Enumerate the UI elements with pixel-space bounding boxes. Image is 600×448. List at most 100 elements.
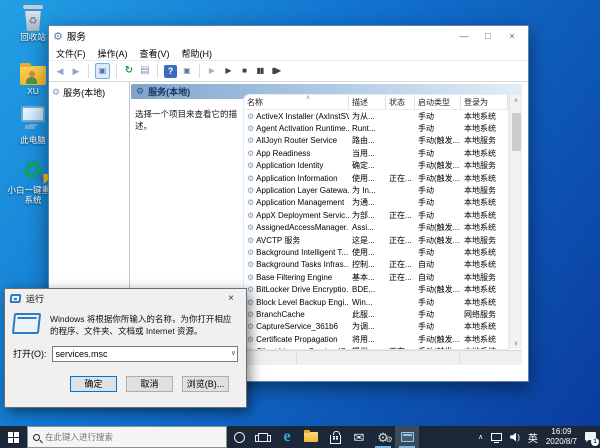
service-row[interactable]: Certificate Propagation 将用... 手动(触发... 本… (244, 333, 508, 345)
service-row[interactable]: Application Management 为通... 手动 本地系统 (244, 197, 508, 209)
menu-action[interactable]: 操作(A) (98, 47, 128, 60)
service-row[interactable]: AssignedAccessManager... Assi... 手动(触发..… (244, 222, 508, 234)
service-startup-type: 手动(触发... (418, 136, 460, 146)
cancel-button[interactable]: 取消 (126, 375, 173, 392)
service-startup-type: 手动(触发... (418, 235, 460, 245)
service-row[interactable]: Application Layer Gatewa... 为 In... 手动 本… (244, 184, 508, 196)
service-startup-type: 手动 (418, 210, 434, 220)
ok-button[interactable]: 确定 (70, 375, 117, 392)
start-button[interactable] (0, 426, 27, 448)
service-startup-type: 手动 (418, 309, 434, 319)
taskbar-search[interactable] (27, 426, 227, 448)
minimize-button[interactable]: — (452, 27, 476, 45)
cortana-button[interactable] (227, 426, 251, 448)
service-gear-icon (247, 186, 254, 195)
service-row[interactable]: Block Level Backup Engi... Win... 手动 本地系… (244, 296, 508, 308)
show-console-tree-icon[interactable]: ▣ (95, 63, 110, 79)
maximize-button[interactable]: □ (476, 27, 500, 45)
taskbar-clock[interactable]: 16:09 2020/8/7 (542, 426, 581, 448)
store-button[interactable] (323, 426, 347, 448)
service-row[interactable]: Base Filtering Engine 基本... 正在... 自动 本地服… (244, 271, 508, 283)
service-row[interactable]: Application Identity 确定... 手动(触发... 本地服务 (244, 160, 508, 172)
start-service-icon[interactable]: ▶ (206, 64, 218, 78)
service-row[interactable]: BranchCache 此服... 手动 网络服务 (244, 308, 508, 320)
services-list: 名称 ∧ 描述 状态 启动类型 登录为 ActiveX Installer (A… (244, 95, 508, 349)
show-hide-pane-icon[interactable]: ▣ (181, 64, 193, 78)
combo-dropdown-icon[interactable]: ∨ (231, 349, 236, 357)
export-list-icon[interactable]: ▤ (139, 64, 151, 78)
clock-date: 2020/8/7 (545, 437, 577, 446)
volume-tray-button[interactable]: ) (506, 426, 524, 448)
browse-button[interactable]: 浏览(B)... (182, 375, 229, 392)
mail-icon: ✉ (353, 429, 365, 445)
service-description: 为调... (352, 322, 375, 332)
service-row[interactable]: Background Intelligent T... 使用... 手动 本地系… (244, 246, 508, 258)
pause-service-icon[interactable]: ▮▮ (254, 64, 266, 78)
service-row[interactable]: CaptureService_361b6 为调... 手动 本地系统 (244, 321, 508, 333)
column-header-logon-as[interactable]: 登录为 (461, 95, 508, 109)
menu-help[interactable]: 帮助(H) (182, 47, 213, 60)
service-description: 为通... (352, 198, 375, 208)
scroll-up-icon[interactable]: ∧ (514, 95, 518, 106)
description-hint: 选择一个项目来查看它的描述。 (135, 109, 238, 131)
close-button[interactable]: × (500, 27, 524, 45)
refresh-icon[interactable]: ↻ (123, 64, 135, 78)
scroll-down-icon[interactable]: ∨ (514, 338, 518, 349)
services-taskbar-button[interactable]: ⚙ (371, 426, 395, 448)
service-gear-icon (247, 273, 254, 282)
menu-view[interactable]: 查看(V) (140, 47, 170, 60)
service-row[interactable]: ActiveX Installer (AxInstSV) 为从... 手动 本地… (244, 110, 508, 122)
edge-button[interactable]: e (275, 426, 299, 448)
resume-service-icon[interactable]: ▶ (222, 64, 234, 78)
action-center-button[interactable]: 1 (581, 426, 600, 448)
run-taskbar-button[interactable] (395, 426, 419, 448)
tree-item-services-local[interactable]: ⚙ 服务(本地) (52, 86, 126, 99)
open-input[interactable] (51, 345, 238, 362)
search-icon (33, 433, 40, 441)
service-row[interactable]: AVCTP 服务 这是... 正在... 手动(触发... 本地服务 (244, 234, 508, 246)
forward-icon[interactable]: ▶ (70, 64, 82, 78)
service-row[interactable]: BitLocker Drive Encryptio... BDE... 手动(触… (244, 283, 508, 295)
service-logon-as: 网络服务 (464, 309, 496, 319)
stop-service-icon[interactable]: ■ (238, 64, 250, 78)
service-row[interactable]: Agent Activation Runtime... Runt... 手动 本… (244, 122, 508, 134)
column-header-startup-type[interactable]: 启动类型 (415, 95, 461, 109)
service-startup-type: 手动 (418, 124, 434, 134)
close-icon[interactable]: × (221, 293, 241, 304)
column-header-name[interactable]: 名称 (244, 95, 349, 109)
mail-button[interactable]: ✉ (347, 426, 371, 448)
column-header-status[interactable]: 状态 (386, 95, 415, 109)
service-row[interactable]: App Readiness 当用... 手动 本地系统 (244, 147, 508, 159)
service-gear-icon (247, 161, 254, 170)
ime-indicator[interactable]: 英 (524, 426, 542, 448)
run-app-icon (9, 293, 22, 303)
task-view-button[interactable] (251, 426, 275, 448)
restart-service-icon[interactable]: ▮▶ (270, 64, 282, 78)
scrollbar-thumb[interactable] (512, 113, 521, 151)
service-description: 为 In... (352, 186, 376, 196)
menu-file[interactable]: 文件(F) (56, 47, 86, 60)
tray-expand-icon[interactable]: ∧ (474, 426, 487, 448)
service-startup-type: 自动 (418, 272, 434, 282)
service-row[interactable]: Application Information 使用... 正在... 手动(触… (244, 172, 508, 184)
cortana-icon (233, 431, 245, 443)
service-row[interactable]: Background Tasks Infras... 控制... 正在... 自… (244, 259, 508, 271)
service-row[interactable]: Client License Service (C... 提供... 正在...… (244, 345, 508, 349)
service-row[interactable]: AllJoyn Router Service 路由... 手动(触发... 本地… (244, 135, 508, 147)
file-explorer-button[interactable] (299, 426, 323, 448)
service-description: BDE... (352, 285, 376, 295)
service-row[interactable]: AppX Deployment Servic... 为部... 正在... 手动… (244, 209, 508, 221)
column-header-description[interactable]: 描述 (349, 95, 386, 109)
back-icon[interactable]: ◀ (54, 64, 66, 78)
clock-time: 16:09 (551, 427, 572, 437)
service-description: Runt... (352, 124, 376, 134)
service-status: 正在... (389, 173, 412, 183)
help-icon[interactable]: ? (164, 64, 177, 78)
service-gear-icon (247, 211, 254, 220)
run-window-icon (400, 432, 414, 442)
vertical-scrollbar[interactable]: ∧ ∨ (509, 95, 522, 349)
network-tray-button[interactable] (487, 426, 506, 448)
search-input[interactable] (45, 432, 205, 442)
service-startup-type: 手动 (418, 247, 434, 257)
service-gear-icon (247, 285, 254, 294)
